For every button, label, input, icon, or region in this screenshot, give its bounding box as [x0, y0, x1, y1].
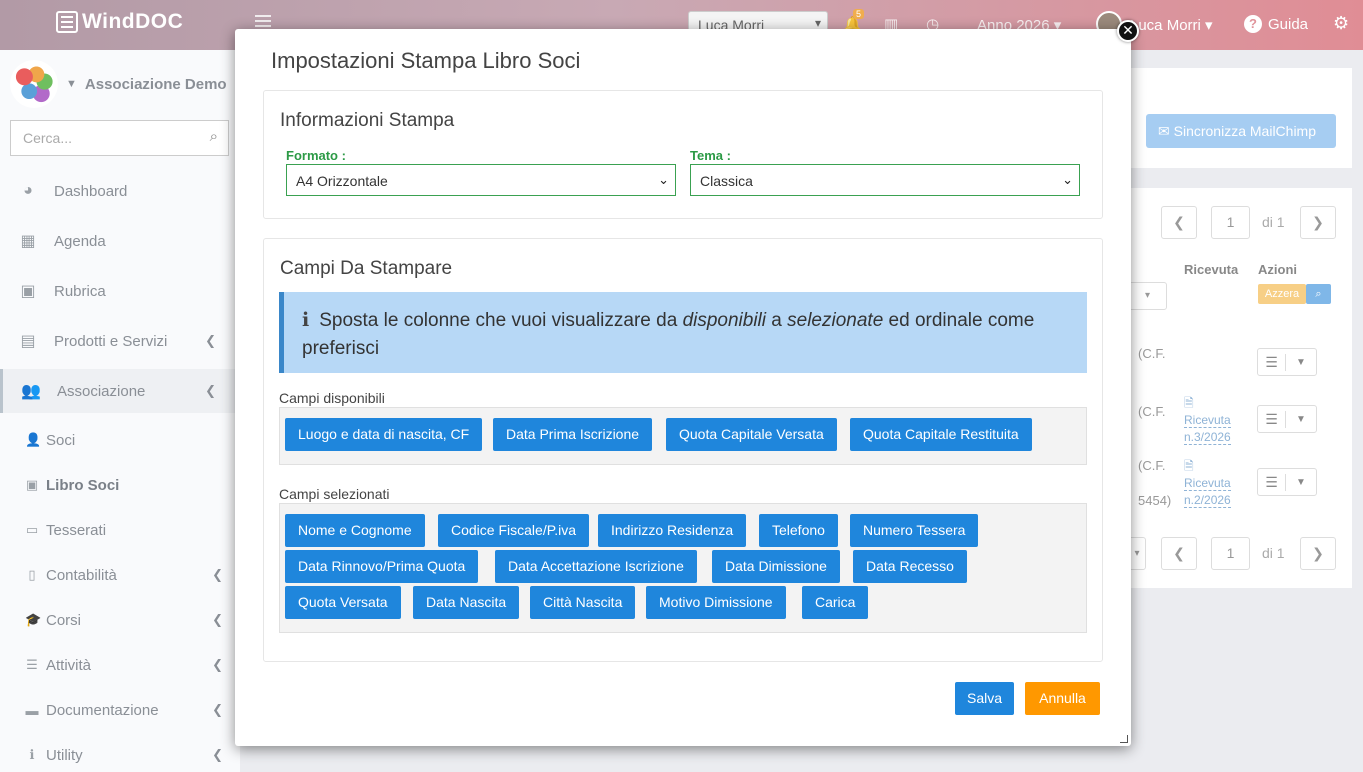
- tema-value: Classica: [700, 173, 753, 189]
- chevron-down-icon: ⌄: [658, 172, 669, 187]
- field-chip-selected[interactable]: Data Rinnovo/Prima Quota: [285, 550, 479, 583]
- modal-title: Impostazioni Stampa Libro Soci: [271, 48, 581, 73]
- print-info-title: Informazioni Stampa: [280, 110, 455, 131]
- field-chip-selected[interactable]: Carica: [802, 586, 869, 619]
- print-settings-modal: Impostazioni Stampa Libro Soci Informazi…: [235, 29, 1131, 746]
- field-chip-selected[interactable]: Nome e Cognome: [285, 514, 425, 547]
- field-chip-selected[interactable]: Data Dimissione: [712, 550, 840, 583]
- info-text-em2: selezionate: [787, 310, 884, 331]
- formato-label: Formato :: [286, 148, 346, 163]
- info-icon: i: [302, 309, 310, 331]
- selected-fields-label: Campi selezionati: [279, 486, 390, 502]
- info-text-mid: a: [766, 310, 788, 331]
- field-chip-selected[interactable]: Motivo Dimissione: [646, 586, 786, 619]
- info-text-pre: Sposta le colonne che vuoi visualizzare …: [319, 310, 683, 331]
- fields-title: Campi Da Stampare: [280, 258, 453, 279]
- save-button[interactable]: Salva: [955, 682, 1014, 715]
- field-chip-selected[interactable]: Telefono: [759, 514, 838, 547]
- field-chip-selected[interactable]: Codice Fiscale/P.iva: [438, 514, 590, 547]
- field-chip-selected[interactable]: Indirizzo Residenza: [598, 514, 747, 547]
- field-chip-available[interactable]: Luogo e data di nascita, CF: [285, 418, 483, 451]
- cancel-button[interactable]: Annulla: [1025, 682, 1100, 715]
- formato-select[interactable]: A4 Orizzontale ⌄: [286, 164, 676, 196]
- tema-label: Tema :: [690, 148, 731, 163]
- print-info-section: Informazioni Stampa: [263, 90, 1103, 219]
- field-chip-available[interactable]: Data Prima Iscrizione: [493, 418, 653, 451]
- info-callout: i Sposta le colonne che vuoi visualizzare…: [279, 292, 1087, 373]
- field-chip-selected[interactable]: Numero Tessera: [850, 514, 979, 547]
- chevron-down-icon: ⌄: [1062, 172, 1073, 187]
- formato-value: A4 Orizzontale: [296, 173, 388, 189]
- tema-select[interactable]: Classica ⌄: [690, 164, 1080, 196]
- resize-handle[interactable]: [1120, 735, 1128, 743]
- field-chip-available[interactable]: Quota Capitale Restituita: [850, 418, 1032, 451]
- field-chip-selected[interactable]: Città Nascita: [530, 586, 636, 619]
- field-chip-selected[interactable]: Data Accettazione Iscrizione: [495, 550, 697, 583]
- field-chip-available[interactable]: Quota Capitale Versata: [666, 418, 837, 451]
- field-chip-selected[interactable]: Quota Versata: [285, 586, 401, 619]
- close-icon[interactable]: ✕: [1117, 20, 1139, 42]
- field-chip-selected[interactable]: Data Nascita: [413, 586, 520, 619]
- info-text-em1: disponibili: [682, 310, 767, 331]
- available-fields-label: Campi disponibili: [279, 390, 385, 406]
- field-chip-selected[interactable]: Data Recesso: [853, 550, 967, 583]
